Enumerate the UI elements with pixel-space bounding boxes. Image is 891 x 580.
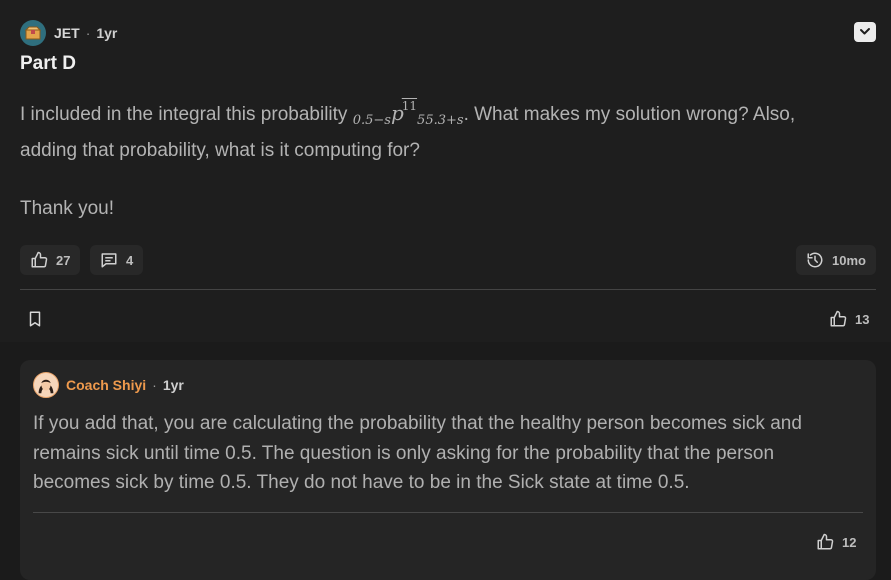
thumbs-up-icon [30,251,48,269]
comment-icon [100,251,118,269]
thumbs-up-icon [816,533,834,551]
context-menu-button[interactable] [854,22,876,42]
reply-divider [33,512,863,513]
bookmark-icon [26,310,44,328]
thumbs-up-icon [829,310,847,328]
coach-avatar[interactable] [33,372,59,398]
history-button[interactable]: 10mo [796,245,876,275]
avatar-box-icon [25,26,41,40]
comment-count: 4 [126,252,134,268]
post-thanks: Thank you! [20,198,114,219]
post-body: I included in the integral this probabil… [20,91,850,166]
post-header: JET · 1yr [20,20,118,46]
history-label: 10mo [832,252,866,268]
math-right-sub: 55.3+s [417,113,464,128]
probability-expression: 0.5−sp1155.3+s [353,99,464,128]
upvote-count: 27 [56,252,71,268]
separator-dot: · [85,25,91,41]
post-card: JET · 1yr Part D I included in the integ… [0,0,891,342]
footer-upvote-count: 13 [855,311,870,327]
post-age: 1yr [96,25,118,41]
post-title: Part D [20,53,76,74]
reply-age: 1yr [162,377,184,393]
reply-header: Coach Shiyi · 1yr [33,372,184,398]
separator-dot: · [152,377,157,393]
bookmark-button[interactable] [26,310,44,328]
history-icon [806,251,824,269]
coach-name[interactable]: Coach Shiyi [66,377,146,393]
author-avatar[interactable] [20,20,46,46]
comments-button[interactable]: 4 [90,245,144,275]
reply-card: Coach Shiyi · 1yr If you add that, you a… [20,360,876,580]
body-text-before: I included in the integral this probabil… [20,104,353,125]
divider [20,289,876,290]
reply-upvote-count: 12 [842,534,857,550]
author-name[interactable]: JET [54,25,80,41]
upvote-button[interactable]: 27 [20,245,81,275]
footer-upvote-button[interactable]: 13 [829,310,869,328]
context-menu-icon [858,26,872,38]
math-overline: 11 [401,99,418,113]
math-left-sub: 0.5−s [352,113,391,128]
reply-body: If you add that, you are calculating the… [33,413,802,493]
reply-upvote-button[interactable]: 12 [816,533,856,551]
